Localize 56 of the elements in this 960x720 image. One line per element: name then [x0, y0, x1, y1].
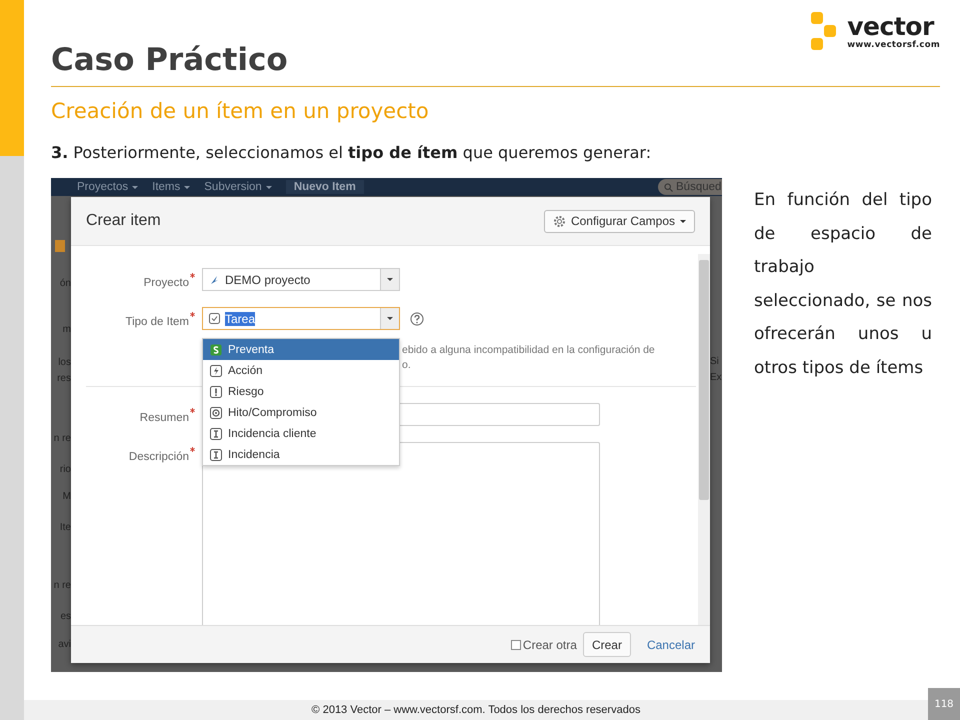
avatar-icon — [55, 240, 65, 252]
issue-type-icon — [210, 406, 222, 418]
nav-menu[interactable]: Subversion — [204, 181, 272, 193]
page-text: res — [57, 373, 71, 384]
dropdown-item[interactable]: Hito/Compromiso — [203, 402, 399, 423]
page-text: rio — [60, 464, 71, 475]
page-text: Si — [710, 356, 719, 367]
page-text: Ite — [60, 522, 71, 533]
create-another-checkbox[interactable]: Crear otra — [510, 638, 577, 652]
dialog-title: Crear item — [86, 212, 161, 230]
select-field[interactable]: Tarea — [202, 307, 400, 330]
slide-title: Caso Práctico — [51, 42, 288, 78]
help-text: o. — [402, 359, 411, 371]
dropdown-item[interactable]: Riesgo — [203, 381, 399, 402]
nav-menu[interactable]: Proyectos — [77, 181, 138, 193]
footer-text: © 2013 Vector – www.vectorsf.com. Todos los derechos reservados — [312, 704, 640, 716]
page-text: Ex — [710, 372, 722, 383]
logo-name: vector — [847, 14, 934, 40]
issue-type-icon — [210, 364, 222, 376]
page-text: es — [60, 611, 71, 622]
cancel-link[interactable]: Cancelar — [646, 638, 695, 652]
page-text: ón — [60, 278, 71, 289]
select-field[interactable]: DEMO proyecto — [202, 268, 400, 291]
page-text: m — [62, 324, 71, 335]
gear-icon — [552, 214, 566, 228]
side-paragraph: En función del tipo de espacio de trabajo seleccionado, se nos ofrecerán unos u otros tipos de ítems — [754, 189, 932, 380]
issue-type-icon — [210, 448, 222, 460]
field-label: Resumen — [140, 412, 189, 424]
logo-url: www.vectorsf.com — [847, 40, 940, 50]
checkbox-icon — [209, 313, 220, 324]
new-item-button[interactable]: Nuevo Item — [286, 180, 364, 194]
page-text: M — [62, 491, 71, 502]
slide-subtitle: Creación de un ítem en un proyecto — [51, 99, 430, 123]
issue-type-icon — [210, 428, 222, 440]
create-button[interactable]: Crear — [582, 632, 631, 657]
dropdown-item[interactable]: Acción — [203, 360, 399, 381]
help-text: ebido a alguna incompatibilidad en la configuración de — [402, 344, 655, 356]
scrollbar[interactable] — [698, 254, 710, 625]
help-icon[interactable] — [410, 312, 424, 326]
step-text: 3. Posteriormente, seleccionamos el tipo de ítem que queremos generar: — [51, 143, 652, 162]
page-text: n re — [54, 433, 71, 444]
search-icon — [664, 182, 673, 192]
dropdown-item[interactable]: Preventa — [203, 339, 399, 360]
field-label: Tipo de Item — [126, 316, 189, 328]
dropdown-item[interactable]: Incidencia cliente — [203, 423, 399, 444]
dropdown-item[interactable]: Incidencia — [203, 444, 399, 465]
page-text: los — [58, 357, 71, 368]
field-label: Proyecto — [144, 277, 189, 289]
field-label: Descripción — [128, 451, 189, 463]
configure-fields-button[interactable]: Configurar Campos — [544, 210, 695, 232]
page-number: 118 — [928, 688, 960, 720]
issue-type-icon — [210, 386, 222, 398]
page-text: avi — [58, 639, 71, 650]
page-text: n re — [54, 580, 71, 591]
nav-menu[interactable]: Items — [152, 181, 190, 193]
issue-type-icon — [210, 344, 222, 356]
